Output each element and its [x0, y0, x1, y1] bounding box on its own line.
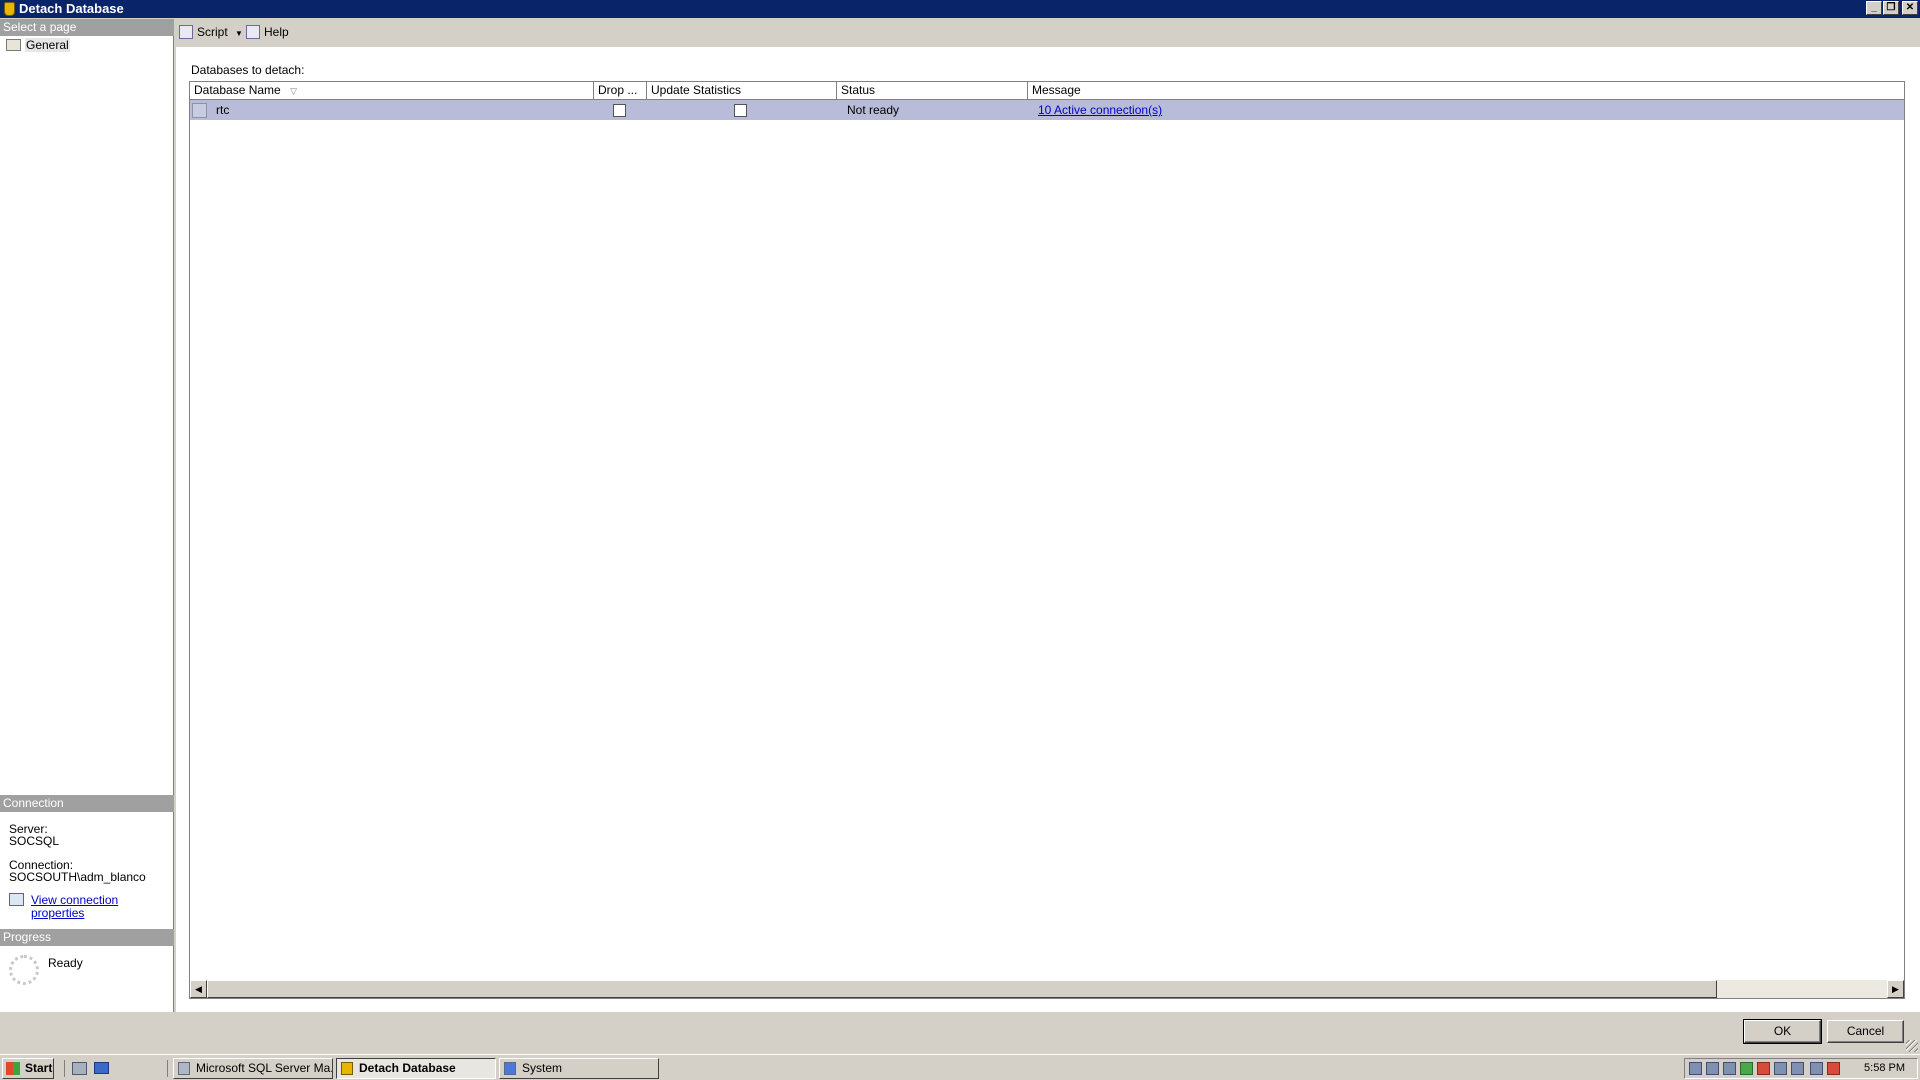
select-page-header: Select a page	[0, 19, 174, 36]
resize-grip-icon[interactable]	[1906, 1040, 1918, 1052]
progress-header: Progress	[0, 929, 174, 946]
scrollbar-thumb[interactable]	[207, 980, 1717, 998]
general-page-icon	[6, 39, 21, 51]
progress-spinner-icon	[9, 955, 39, 985]
row-selector[interactable]	[192, 103, 207, 118]
script-button[interactable]: Script ▼	[179, 23, 243, 41]
keyboard-icon[interactable]	[1706, 1062, 1719, 1075]
system-tray: 5:58 PM	[1684, 1058, 1918, 1079]
connection-value: SOCSOUTH\adm_blanco	[9, 870, 146, 884]
databases-to-detach-label: Databases to detach:	[191, 63, 305, 77]
security-alert-icon[interactable]	[1757, 1062, 1770, 1075]
show-desktop-icon[interactable]	[94, 1062, 109, 1074]
update-statistics-checkbox[interactable]	[734, 104, 747, 117]
title-bar: Detach Database _ ❐ ✕	[0, 0, 1920, 18]
connection-header: Connection	[0, 795, 174, 812]
horizontal-scrollbar[interactable]: ◀ ▶	[190, 980, 1904, 998]
script-label: Script	[197, 25, 228, 39]
task-sql-server-management[interactable]: Microsoft SQL Server Ma...	[173, 1058, 333, 1079]
help-button[interactable]: Help	[246, 23, 289, 41]
tray-tool-icon[interactable]	[1791, 1062, 1804, 1075]
taskbar: Start Microsoft SQL Server Ma... Detach …	[0, 1054, 1920, 1080]
status-cell: Not ready	[847, 103, 900, 117]
database-icon	[4, 2, 15, 16]
minimize-icon[interactable]: _	[1866, 1, 1882, 15]
scroll-right-icon[interactable]: ▶	[1887, 980, 1904, 998]
nav-item-label: General	[25, 38, 70, 52]
cancel-button[interactable]: Cancel	[1827, 1020, 1904, 1043]
table-row[interactable]: rtc Not ready 10 Active connection(s)	[190, 100, 1904, 120]
column-header-database-name[interactable]: Database Name ▽	[190, 82, 594, 100]
system-icon	[504, 1062, 516, 1075]
column-header-update-statistics[interactable]: Update Statistics	[647, 82, 837, 100]
connection-properties-icon	[9, 893, 24, 906]
server-manager-icon[interactable]	[72, 1062, 87, 1075]
task-detach-database[interactable]: Detach Database	[336, 1058, 496, 1079]
tray-app-icon[interactable]	[1723, 1062, 1736, 1075]
chevron-down-icon[interactable]: ▼	[235, 29, 243, 38]
column-header-drop-connections[interactable]: Drop ...	[594, 82, 647, 100]
window-title: Detach Database	[19, 1, 124, 16]
database-name-cell: rtc	[216, 103, 230, 117]
close-icon[interactable]: ✕	[1902, 1, 1918, 15]
active-connections-link[interactable]: 10 Active connection(s)	[1034, 100, 1162, 120]
clock[interactable]: 5:58 PM	[1864, 1059, 1905, 1078]
windows-logo-icon	[6, 1062, 20, 1075]
task-system[interactable]: System	[499, 1058, 659, 1079]
progress-status: Ready	[48, 956, 83, 970]
shield-icon[interactable]	[1740, 1062, 1753, 1075]
column-header-message[interactable]: Message	[1028, 82, 1904, 100]
column-header-status[interactable]: Status	[837, 82, 1028, 100]
database-icon	[341, 1062, 353, 1075]
toolbar: Script ▼ Help	[175, 19, 1920, 46]
sql-server-icon	[178, 1062, 190, 1075]
help-label: Help	[264, 25, 289, 39]
ok-button[interactable]: OK	[1743, 1019, 1822, 1044]
databases-grid: Database Name ▽ Drop ... Update Statisti…	[189, 81, 1905, 999]
volume-muted-icon[interactable]	[1827, 1062, 1840, 1075]
network-icon[interactable]	[1689, 1062, 1702, 1075]
remote-desktop-icon[interactable]	[1810, 1062, 1823, 1075]
taskbar-divider	[167, 1060, 168, 1077]
restore-icon[interactable]: ❐	[1883, 1, 1899, 15]
drop-connections-checkbox[interactable]	[613, 104, 626, 117]
script-icon	[179, 25, 193, 39]
nav-item-general[interactable]: General	[4, 37, 124, 53]
help-icon	[246, 25, 260, 39]
display-icon[interactable]	[1774, 1062, 1787, 1075]
server-value: SOCSQL	[9, 834, 60, 848]
view-connection-properties-link[interactable]: View connection properties	[31, 894, 173, 920]
start-button[interactable]: Start	[2, 1058, 54, 1079]
taskbar-divider	[64, 1060, 65, 1077]
scroll-left-icon[interactable]: ◀	[190, 980, 207, 998]
left-panel: Select a page General Connection Server:…	[0, 19, 174, 1012]
sort-filter-icon: ▽	[290, 86, 297, 96]
